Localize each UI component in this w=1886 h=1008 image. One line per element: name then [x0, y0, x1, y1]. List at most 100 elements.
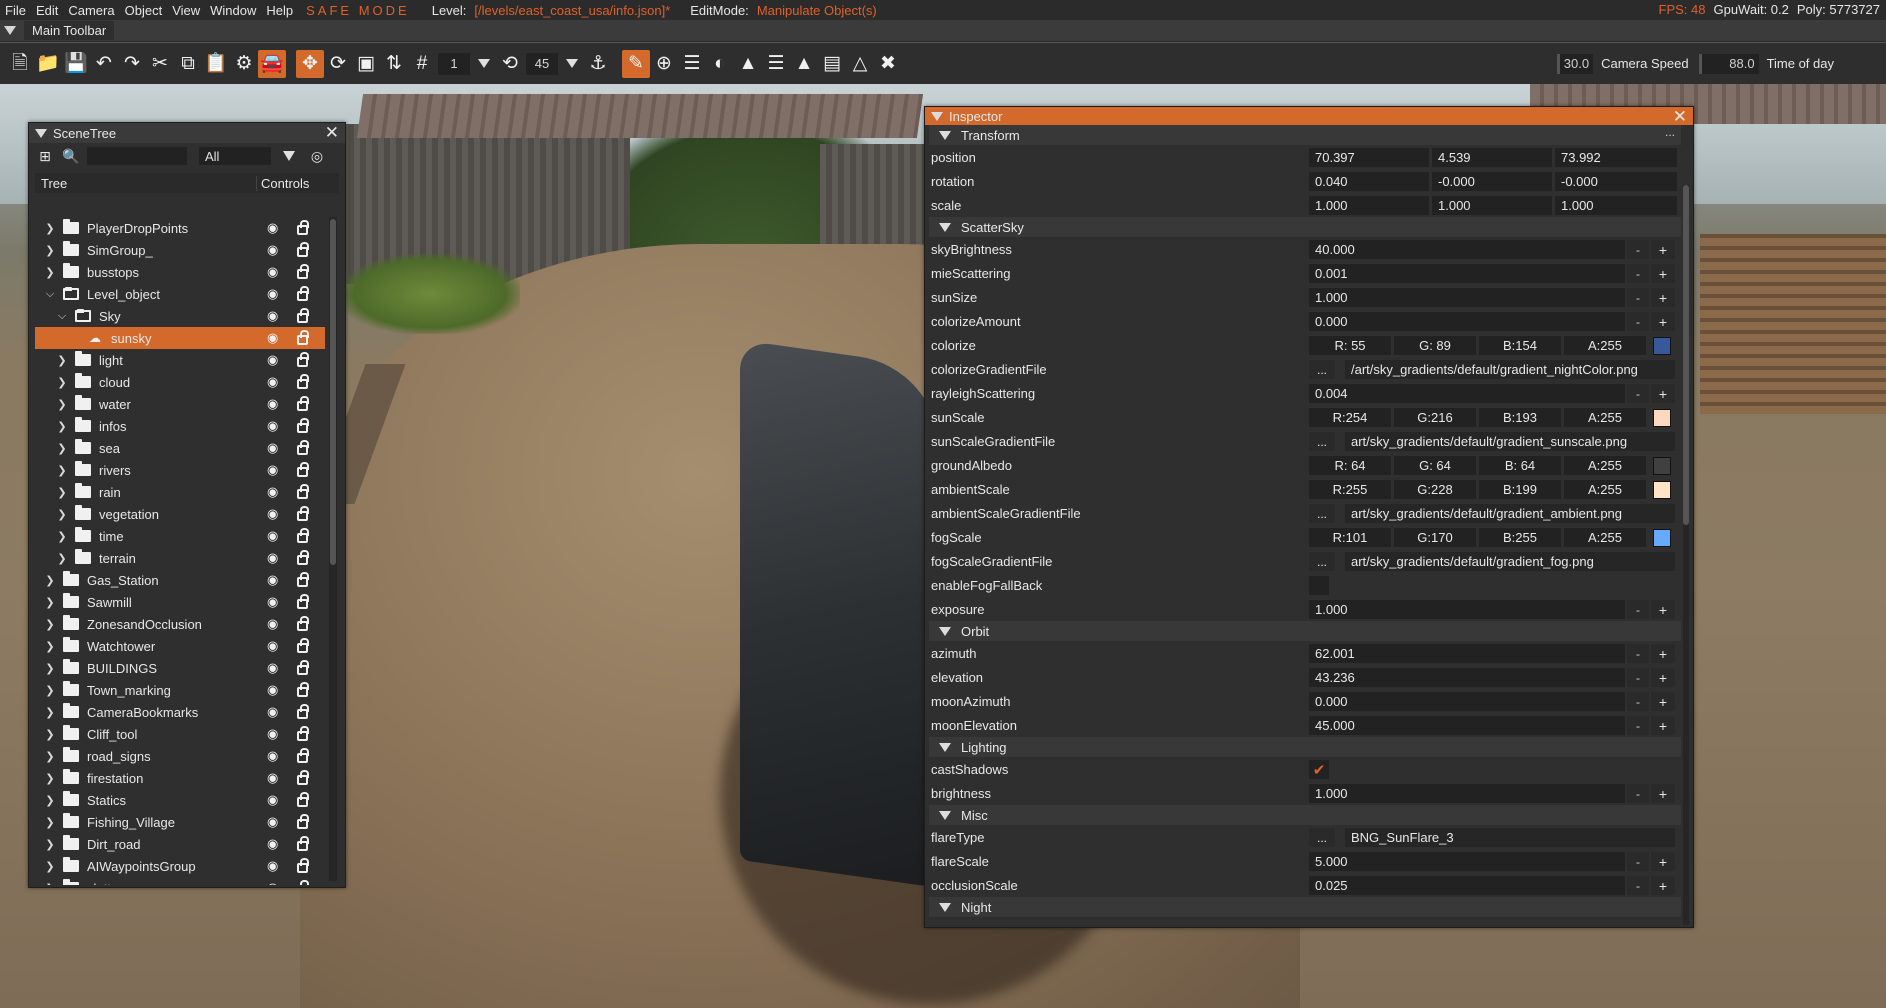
tree-row[interactable]: ❯ rivers ◉ — [35, 459, 325, 481]
color-green-field[interactable]: G:170 — [1394, 528, 1476, 547]
cut-icon[interactable]: ✂ — [146, 50, 174, 78]
lock-icon[interactable] — [297, 748, 309, 763]
scale-gizmo-icon[interactable]: ▣ — [352, 50, 380, 78]
visibility-eye-icon[interactable]: ◉ — [267, 748, 278, 764]
grid-snap-dropdown-icon[interactable] — [478, 59, 490, 68]
visibility-eye-icon[interactable]: ◉ — [267, 704, 278, 720]
lock-icon[interactable] — [297, 704, 309, 719]
chevron-right-icon[interactable]: ❯ — [43, 662, 57, 675]
collapse-triangle-icon[interactable] — [939, 222, 951, 232]
number-field[interactable]: 0.000 — [1309, 692, 1625, 711]
color-green-field[interactable]: G: 89 — [1394, 336, 1476, 355]
visibility-eye-icon[interactable]: ◉ — [267, 572, 278, 588]
color-swatch[interactable] — [1653, 529, 1671, 547]
paste-icon[interactable]: 📋 — [202, 50, 230, 78]
snap-to-terrain-icon[interactable]: ⚓ — [584, 50, 612, 78]
number-field[interactable]: 43.236 — [1309, 668, 1625, 687]
color-alpha-field[interactable]: A:255 — [1564, 480, 1646, 499]
lock-icon[interactable] — [297, 396, 309, 411]
decrement-button[interactable]: - — [1627, 692, 1649, 711]
number-field[interactable]: 0.025 — [1309, 876, 1625, 895]
visibility-eye-icon[interactable]: ◉ — [267, 330, 278, 346]
number-field[interactable]: 1.000 — [1309, 288, 1625, 307]
lock-icon[interactable] — [297, 550, 309, 565]
lock-icon[interactable] — [297, 792, 309, 807]
color-blue-field[interactable]: B:255 — [1479, 528, 1561, 547]
decrement-button[interactable]: - — [1627, 240, 1649, 259]
color-red-field[interactable]: R:254 — [1309, 408, 1391, 427]
vector-component-field[interactable]: 1.000 — [1309, 196, 1429, 215]
tree-row[interactable]: ❯ Dirt_road ◉ — [35, 833, 325, 855]
tree-row[interactable]: ❯ Statics ◉ — [35, 789, 325, 811]
increment-button[interactable]: + — [1651, 312, 1675, 331]
decrement-button[interactable]: - — [1627, 312, 1649, 331]
chevron-right-icon[interactable]: ❯ — [43, 882, 57, 886]
tree-row[interactable]: ❯ Sawmill ◉ — [35, 591, 325, 613]
lock-icon[interactable] — [297, 484, 309, 499]
visibility-eye-icon[interactable]: ◉ — [267, 374, 278, 390]
tree-row[interactable]: ❯ AIWaypointsGroup ◉ — [35, 855, 325, 877]
tree-row[interactable]: ❯ Town_marking ◉ — [35, 679, 325, 701]
color-swatch[interactable] — [1653, 457, 1671, 475]
open-folder-icon[interactable]: 📁 — [34, 50, 62, 78]
chevron-right-icon[interactable]: ❯ — [55, 442, 69, 455]
tree-row[interactable]: ❯ sea ◉ — [35, 437, 325, 459]
layers-tool-icon[interactable]: ☰ — [762, 50, 790, 78]
sky-tool-icon[interactable]: ◐ — [706, 50, 734, 78]
scrollbar-thumb[interactable] — [1683, 185, 1689, 525]
section-header[interactable]: Lighting — [929, 737, 1681, 757]
section-header[interactable]: Orbit — [929, 621, 1681, 641]
menu-window[interactable]: Window — [205, 3, 261, 18]
column-header-controls[interactable]: Controls — [257, 176, 309, 191]
chevron-right-icon[interactable]: ❯ — [55, 552, 69, 565]
number-field[interactable]: 40.000 — [1309, 240, 1625, 259]
menu-camera[interactable]: Camera — [63, 3, 119, 18]
lock-icon[interactable] — [297, 528, 309, 543]
translate-gizmo-icon[interactable]: ✥ — [296, 49, 324, 78]
increment-button[interactable]: + — [1651, 668, 1675, 687]
rotate-snap-dropdown-icon[interactable] — [566, 59, 578, 68]
mesh-road-icon[interactable]: △ — [846, 50, 874, 78]
scrollbar-thumb[interactable] — [330, 219, 336, 565]
collapse-triangle-icon[interactable] — [939, 626, 951, 636]
tree-row[interactable]: ❯ vegetation ◉ — [35, 503, 325, 525]
section-header[interactable]: Night — [929, 897, 1681, 917]
forest-tool-icon[interactable]: ▲ — [734, 50, 762, 78]
decrement-button[interactable]: - — [1627, 384, 1649, 403]
color-alpha-field[interactable]: A:255 — [1564, 528, 1646, 547]
visibility-eye-icon[interactable]: ◉ — [267, 660, 278, 676]
tree-row[interactable]: ❯ cloud ◉ — [35, 371, 325, 393]
chevron-right-icon[interactable]: ❯ — [43, 816, 57, 829]
chevron-right-icon[interactable]: ❯ — [43, 640, 57, 653]
color-swatch[interactable] — [1653, 409, 1671, 427]
vector-component-field[interactable]: 1.000 — [1432, 196, 1552, 215]
scenetree-search-input[interactable] — [87, 147, 187, 165]
vector-component-field[interactable]: 1.000 — [1555, 196, 1677, 215]
increment-button[interactable]: + — [1651, 784, 1675, 803]
vector-component-field[interactable]: 73.992 — [1555, 148, 1677, 167]
chevron-right-icon[interactable]: ❯ — [43, 266, 57, 279]
visibility-eye-icon[interactable]: ◉ — [267, 352, 278, 368]
visibility-eye-icon[interactable]: ◉ — [267, 242, 278, 258]
chevron-right-icon[interactable]: ❯ — [43, 684, 57, 697]
road-tool-icon[interactable]: ☰ — [678, 50, 706, 78]
rotate-gizmo-icon[interactable]: ⟳ — [324, 50, 352, 78]
decrement-button[interactable]: - — [1627, 784, 1649, 803]
increment-button[interactable]: + — [1651, 264, 1675, 283]
tree-row[interactable]: ⌵ Sky ◉ — [35, 305, 325, 327]
visibility-eye-icon[interactable]: ◉ — [267, 220, 278, 236]
chevron-right-icon[interactable]: ❯ — [43, 222, 57, 235]
color-blue-field[interactable]: B:154 — [1479, 336, 1561, 355]
browse-button[interactable]: ... — [1309, 828, 1335, 847]
chevron-right-icon[interactable]: ❯ — [43, 838, 57, 851]
lock-icon[interactable] — [297, 308, 309, 323]
section-header[interactable]: Transform... — [929, 125, 1681, 145]
increment-button[interactable]: + — [1651, 716, 1675, 735]
browse-button[interactable]: ... — [1309, 504, 1335, 523]
close-icon[interactable]: ✕ — [325, 123, 339, 143]
tree-row[interactable]: ❯ Watchtower ◉ — [35, 635, 325, 657]
chevron-right-icon[interactable]: ❯ — [43, 574, 57, 587]
decrement-button[interactable]: - — [1627, 876, 1649, 895]
tree-row[interactable]: ❯ terrain ◉ — [35, 547, 325, 569]
color-red-field[interactable]: R:255 — [1309, 480, 1391, 499]
